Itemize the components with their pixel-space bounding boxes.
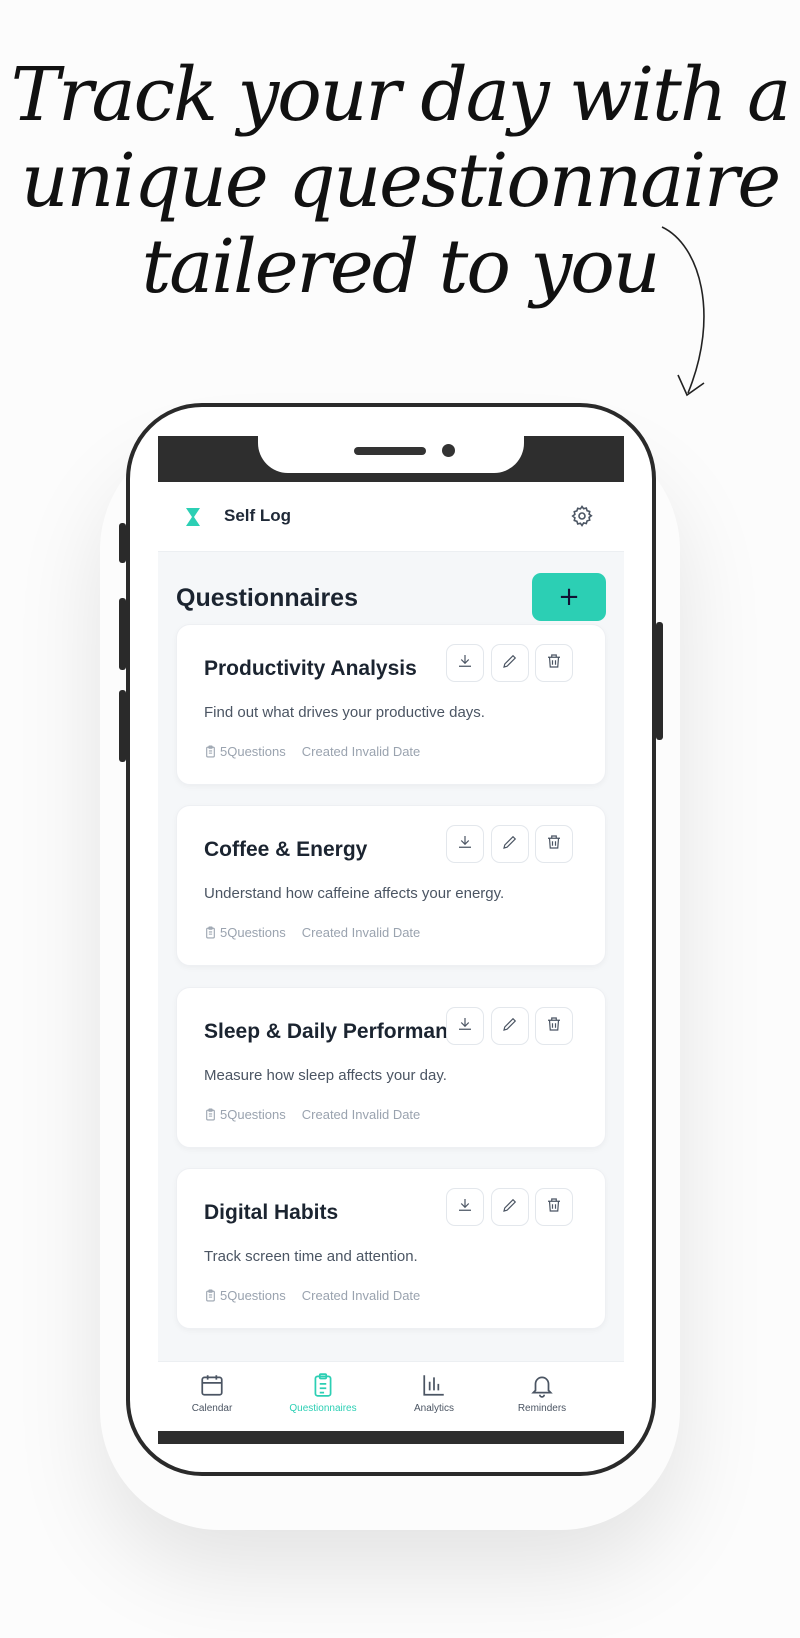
phone-power-button: [656, 622, 663, 740]
delete-button[interactable]: [535, 1188, 573, 1226]
questionnaire-card[interactable]: Sleep & Daily Performance Measure how sle…: [176, 987, 606, 1148]
trash-icon: [545, 1196, 563, 1219]
hourglass-icon: [186, 508, 200, 526]
home-indicator-bar: [158, 1431, 624, 1444]
nav-analytics[interactable]: Analytics: [376, 1372, 492, 1414]
bell-icon: [531, 1376, 553, 1398]
bar-chart-icon: [423, 1375, 444, 1396]
clipboard-icon: [206, 926, 215, 939]
gear-icon[interactable]: [570, 504, 594, 528]
question-count: 5Questions: [220, 744, 286, 760]
clipboard-icon: [314, 1373, 332, 1397]
app-title: Self Log: [224, 506, 292, 525]
questionnaire-meta: 5Questions Created Invalid Date: [204, 924, 420, 940]
notch: [258, 436, 524, 473]
questionnaire-meta: 5Questions Created Invalid Date: [204, 1106, 420, 1122]
delete-button[interactable]: [535, 825, 573, 863]
download-icon: [456, 1015, 474, 1038]
created-date: Created Invalid Date: [301, 925, 421, 941]
nav-analytics-label: Analytics: [413, 1403, 454, 1414]
pencil-icon: [501, 652, 519, 675]
created-date: Created Invalid Date: [301, 1288, 421, 1304]
questionnaire-description: Track screen time and attention.: [204, 1248, 418, 1265]
phone-volume-up-button: [119, 598, 126, 670]
questionnaire-card[interactable]: Productivity Analysis Find out what drive…: [176, 624, 606, 785]
edit-button[interactable]: [491, 1188, 529, 1226]
headline-line-2: unique questionnaire: [20, 138, 781, 224]
nav-questionnaires-label: Questionnaires: [289, 1403, 357, 1414]
download-button[interactable]: [446, 644, 484, 682]
edit-button[interactable]: [491, 644, 529, 682]
nav-reminders[interactable]: Reminders: [484, 1372, 600, 1414]
headline-line-1: Track your day with a: [10, 52, 791, 138]
trash-icon: [545, 652, 563, 675]
questionnaire-description: Find out what drives your productive day…: [204, 704, 485, 721]
pencil-icon: [501, 833, 519, 856]
download-icon: [456, 833, 474, 856]
phone-mute-button: [119, 523, 126, 563]
delete-button[interactable]: [535, 644, 573, 682]
questionnaire-card[interactable]: Coffee & Energy Understand how caffeine a…: [176, 805, 606, 966]
add-questionnaire-button[interactable]: +: [532, 573, 606, 621]
clipboard-icon: [206, 745, 215, 758]
status-bar: [158, 436, 624, 482]
nav-reminders-label: Reminders: [517, 1403, 567, 1414]
clipboard-icon: [206, 1108, 215, 1121]
created-date: Created Invalid Date: [301, 1107, 421, 1123]
created-date: Created Invalid Date: [301, 744, 421, 760]
trash-icon: [545, 1015, 563, 1038]
questionnaire-title: Coffee & Energy: [204, 838, 368, 861]
clipboard-icon: [206, 1289, 215, 1302]
app-header: Self Log: [158, 482, 624, 552]
download-button[interactable]: [446, 1007, 484, 1045]
questionnaire-card[interactable]: Digital Habits Track screen time and atte…: [176, 1168, 606, 1329]
edit-button[interactable]: [491, 1007, 529, 1045]
question-count: 5Questions: [220, 1288, 286, 1304]
question-count: 5Questions: [220, 1107, 286, 1123]
download-icon: [456, 652, 474, 675]
download-button[interactable]: [446, 1188, 484, 1226]
nav-questionnaires[interactable]: Questionnaires: [265, 1372, 381, 1414]
question-count: 5Questions: [220, 925, 286, 941]
calendar-icon: [201, 1375, 223, 1396]
front-camera: [442, 444, 455, 457]
pencil-icon: [501, 1196, 519, 1219]
bottom-navigation: Calendar Questionnaires Analytics Remind…: [158, 1361, 624, 1431]
questionnaire-title: Sleep & Daily Performance: [204, 1020, 459, 1043]
questionnaire-title: Digital Habits: [204, 1201, 339, 1224]
questionnaire-title: Productivity Analysis: [204, 657, 417, 680]
questionnaire-meta: 5Questions Created Invalid Date: [204, 743, 420, 759]
questionnaire-meta: 5Questions Created Invalid Date: [204, 1287, 420, 1303]
curved-arrow-icon: [661, 226, 705, 397]
questionnaire-description: Understand how caffeine affects your ene…: [204, 885, 505, 902]
nav-calendar[interactable]: Calendar: [158, 1372, 270, 1414]
pencil-icon: [501, 1015, 519, 1038]
speaker: [354, 447, 426, 455]
delete-button[interactable]: [535, 1007, 573, 1045]
questionnaire-description: Measure how sleep affects your day.: [204, 1067, 447, 1084]
phone-volume-down-button: [119, 690, 126, 762]
nav-calendar-label: Calendar: [191, 1403, 233, 1414]
phone-screen: Self Log Questionnaires + Productivity A…: [158, 436, 624, 1444]
download-button[interactable]: [446, 825, 484, 863]
trash-icon: [545, 833, 563, 856]
edit-button[interactable]: [491, 825, 529, 863]
page-title: Questionnaires: [176, 584, 358, 612]
download-icon: [456, 1196, 474, 1219]
